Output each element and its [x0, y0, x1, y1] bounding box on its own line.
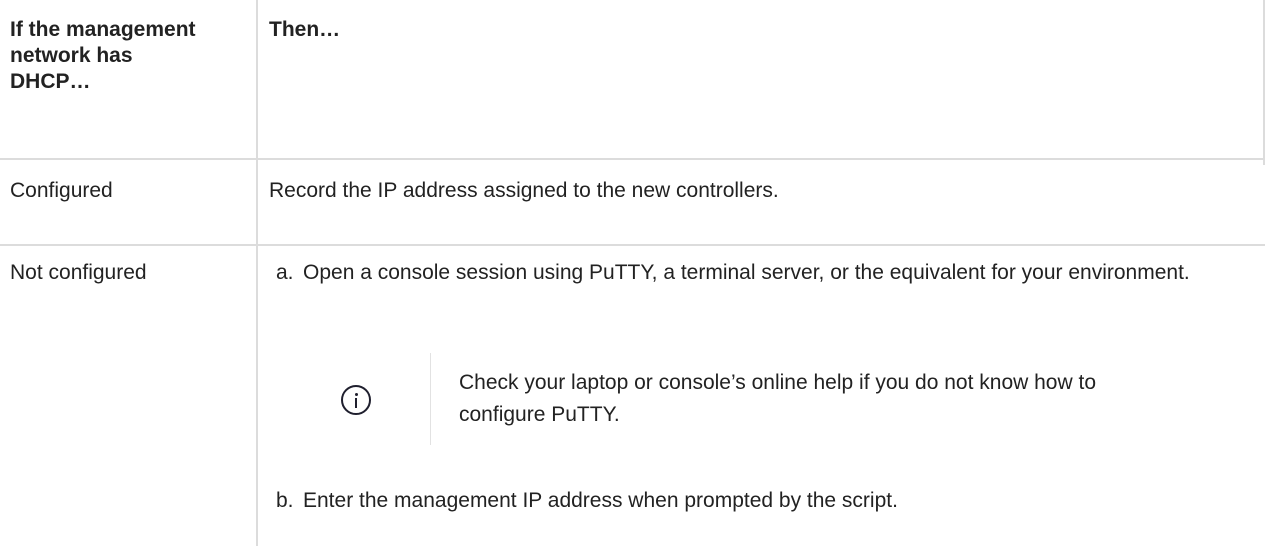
row-not-configured-condition: Not configured	[10, 261, 147, 284]
step-a-marker: a.	[276, 261, 294, 284]
row-configured-action: Record the IP address assigned to the ne…	[269, 179, 779, 202]
step-a-text: Open a console session using PuTTY, a te…	[303, 261, 1190, 284]
info-icon	[341, 385, 371, 415]
dhcp-table: If the management network has DHCP… Then…	[0, 0, 1265, 546]
row1-bottom-border	[0, 244, 1265, 246]
step-b: b. Enter the management IP address when …	[276, 485, 1236, 517]
step-a: a. Open a console session using PuTTY, a…	[276, 257, 1236, 321]
header-bottom-border	[0, 158, 1265, 160]
step-b-text: Enter the management IP address when pro…	[303, 489, 898, 512]
column-divider	[256, 0, 258, 546]
step-b-marker: b.	[276, 489, 294, 512]
info-note: Check your laptop or console’s online he…	[300, 353, 1230, 445]
note-divider	[430, 353, 431, 445]
row-configured-condition: Configured	[10, 179, 113, 202]
header-condition: If the management network has DHCP…	[10, 18, 196, 93]
header-action: Then…	[269, 18, 341, 41]
info-note-text: Check your laptop or console’s online he…	[459, 371, 1097, 426]
